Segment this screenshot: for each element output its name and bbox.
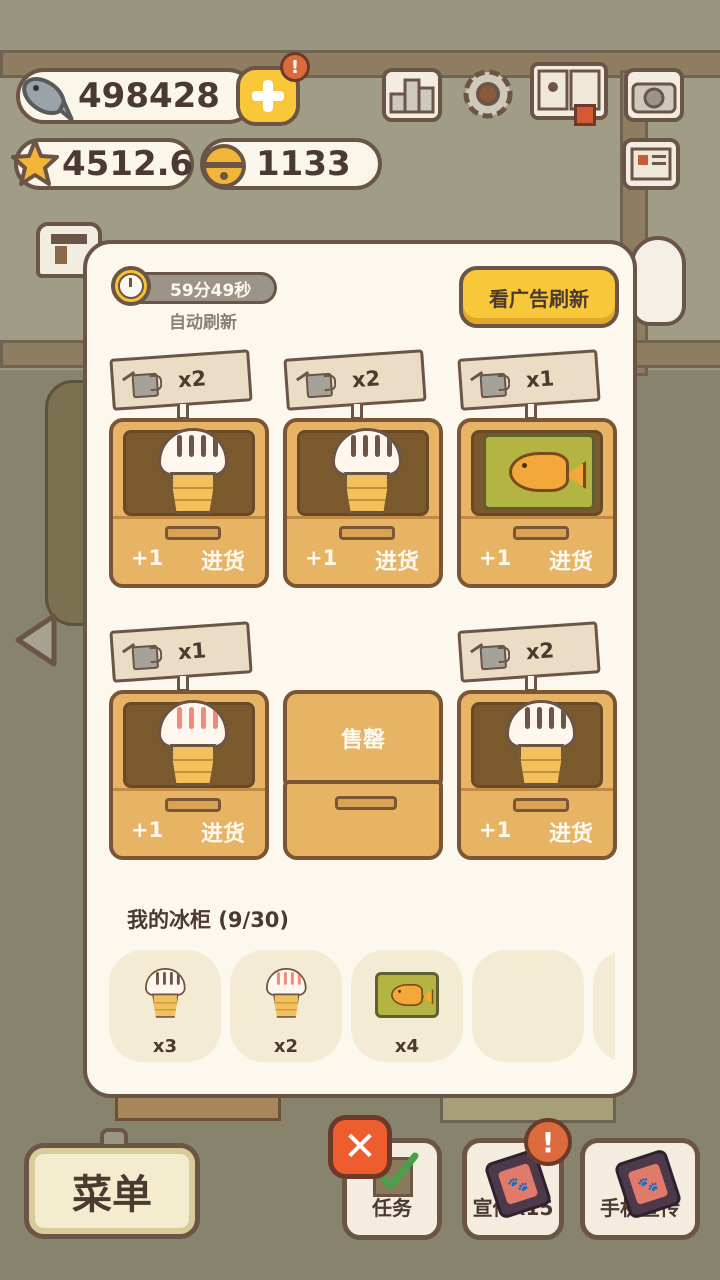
chocolate-icecream-icon [332,428,402,516]
bell-icon [198,138,250,190]
freezer-item-count: x4 [394,1036,420,1057]
stall-plus: +1 [305,546,338,570]
stall-plus: +1 [131,546,164,570]
left-arrow-icon[interactable] [14,612,58,668]
stall-crate[interactable]: +1 进货 [283,418,443,588]
soldout-label: 售罄 [340,728,385,753]
star-icon [10,138,60,190]
alert-badge-symbol: ! [541,1125,555,1159]
freezer-item[interactable]: x3 [109,950,221,1062]
soldout-crate: 售罄 [283,690,443,860]
alert-badge-icon: ! [524,1118,572,1166]
chocolate-icecream-icon [158,428,228,516]
taiyaki-icon [483,434,595,510]
stall-sign: x2 [109,349,253,411]
stall-item: x1 +1 进货 [455,349,619,594]
stall-sign: x1 [457,349,601,411]
watering-can-icon [121,640,167,671]
bell-count: 1133 [256,144,351,184]
stall-sign: x2 [457,621,601,683]
menu-button[interactable]: 菜单 [24,1143,200,1239]
freezer-empty-slot [472,950,584,1062]
freezer-empty-slot [593,950,615,1062]
restock-button[interactable]: 进货 [549,816,593,848]
taiyaki-icon [375,972,439,1018]
restock-button[interactable]: 进货 [201,816,245,848]
stall-item-soldout: 售罄 [281,626,445,866]
newspaper-icon[interactable] [622,138,680,190]
stall-quantity: x2 [525,638,555,665]
ranking-icon[interactable] [382,68,442,122]
cat-character [630,236,686,326]
alert-badge-icon: ! [280,52,310,82]
fish-count: 498428 [78,76,220,116]
freezer-item-count: x3 [152,1036,178,1057]
fish-icon [14,66,76,126]
refresh-timer: 59分49秒 [170,280,252,301]
watering-can-icon [469,640,515,671]
bookmark-icon [574,104,596,126]
stall-crate[interactable]: +1 进货 [109,418,269,588]
stall-sign: x2 [283,349,427,411]
clipboard-clip-icon [100,1128,128,1148]
clock-icon [111,266,151,306]
freezer-item[interactable]: x4 [351,950,463,1062]
restock-button[interactable]: 进货 [201,544,245,576]
shop-panel: 59分49秒 自动刷新 看广告刷新 x2 +1 进货 x2 +1 进货 x1 +… [83,240,637,1098]
phone-promote-button[interactable]: 🐾 手机宣传 [580,1138,700,1240]
restock-button[interactable]: 进货 [549,544,593,576]
stall-item: x2 +1 进货 [281,349,445,594]
watering-can-icon [469,368,515,399]
alert-badge-symbol: ! [290,56,300,78]
freezer-list[interactable]: x3 x2 x4 [109,950,615,1064]
stall-item: x2 +1 进货 [455,621,619,866]
plus-icon [252,80,284,112]
restock-button[interactable]: 进货 [375,544,419,576]
stall-plus: +1 [131,818,164,842]
stall-item: x2 +1 进货 [107,349,271,594]
watering-can-icon [295,368,341,399]
camera-icon[interactable] [624,68,684,122]
strawberry-icecream-icon [266,968,307,1019]
chocolate-icecream-icon [506,700,576,788]
stall-item: x1 +1 进货 [107,621,271,866]
watering-can-icon [121,368,167,399]
star-count: 4512.6 [62,144,194,184]
stall-quantity: x2 [177,366,207,393]
menu-label: 菜单 [72,1172,152,1218]
freezer-item-count: x2 [273,1036,299,1057]
stall-crate[interactable]: +1 进货 [457,690,617,860]
stall-quantity: x1 [525,366,555,393]
close-button[interactable]: ✕ [328,1115,392,1179]
stall-quantity: x2 [351,366,381,393]
close-icon: ✕ [343,1124,377,1170]
stall-crate[interactable]: +1 进货 [457,418,617,588]
freezer-item[interactable]: x2 [230,950,342,1062]
stall-plus: +1 [479,818,512,842]
stall-quantity: x1 [177,638,207,665]
strawberry-icecream-icon [158,700,228,788]
book-icon[interactable] [530,62,608,120]
stall-plus: +1 [479,546,512,570]
chocolate-icecream-icon [145,968,186,1019]
gear-icon[interactable] [458,64,518,124]
stall-sign: x1 [109,621,253,683]
stall-crate[interactable]: +1 进货 [109,690,269,860]
auto-refresh-label: 自动刷新 [169,313,237,333]
freezer-title: 我的冰柜 (9/30) [127,908,290,932]
watch-ad-refresh-button[interactable]: 看广告刷新 [459,266,619,328]
